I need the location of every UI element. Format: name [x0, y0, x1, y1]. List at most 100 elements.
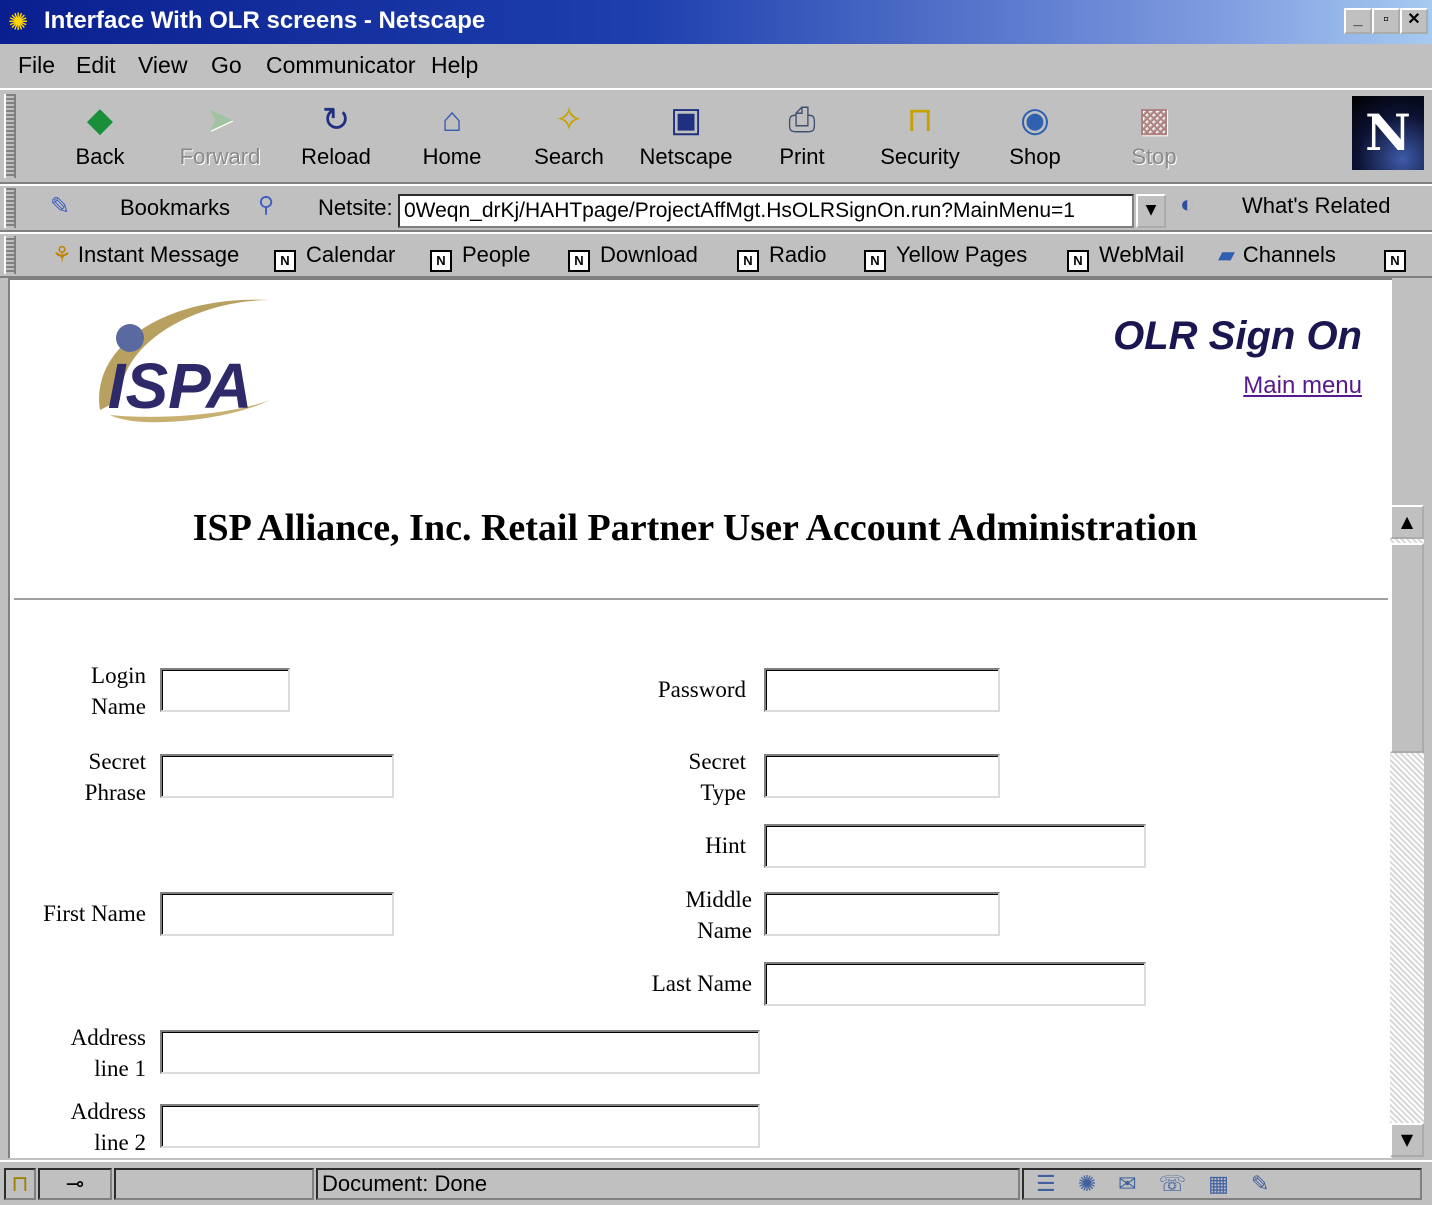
toolbar-grip[interactable] [4, 188, 16, 228]
menu-edit[interactable]: Edit [76, 52, 116, 79]
progress-bar [114, 1168, 314, 1200]
secret-phrase-label: Secret Phrase [84, 749, 146, 805]
whats-related-button[interactable]: What's Related [1242, 193, 1391, 219]
security-lock-icon[interactable]: ⊓ [4, 1168, 36, 1200]
secret-type-label: Secret Type [688, 749, 746, 805]
search-icon: ✧ [554, 101, 584, 139]
middle-name-label: Middle Name [685, 887, 752, 943]
page-heading: ISP Alliance, Inc. Retail Partner User A… [192, 507, 1198, 549]
printer-icon: ⎙ [788, 101, 816, 139]
channels-button[interactable]: ▰ Channels [1218, 242, 1336, 268]
hint-input[interactable] [764, 824, 1146, 868]
netsite-label: Netsite: [318, 195, 393, 220]
back-button[interactable]: ◆ Back [50, 96, 150, 170]
stop-icon: ▩ [1137, 101, 1171, 139]
folder-icon: ▰ [1218, 242, 1235, 267]
main-menu-link[interactable]: Main menu [1243, 372, 1362, 400]
reload-icon: ↻ [321, 101, 351, 139]
lock-icon: ⊓ [906, 101, 934, 139]
address-line-1-input[interactable] [160, 1030, 760, 1074]
netscape-page-icon: N [737, 250, 759, 272]
forward-button[interactable]: ➤ Forward [170, 96, 270, 170]
page-title: OLR Sign On [1113, 314, 1362, 358]
status-bar: ⊓ ⊸ Document: Done ☰✺✉☏▦✎ [0, 1160, 1432, 1205]
maximize-button[interactable]: ▫ [1372, 8, 1400, 34]
print-button[interactable]: ⎙ Print [752, 96, 852, 170]
home-button[interactable]: ⌂ Home [402, 96, 502, 170]
person-icon: ⚘ [52, 242, 72, 267]
menu-communicator[interactable]: Communicator [266, 52, 416, 79]
webmail-button[interactable]: N WebMail [1067, 242, 1184, 272]
last-name-input[interactable] [764, 962, 1146, 1006]
netscape-page-icon: N [1067, 250, 1089, 272]
address-line-2-label: Address line 2 [70, 1099, 146, 1155]
netscape-button[interactable]: ▣ Netscape [636, 96, 736, 170]
scroll-thumb[interactable] [1390, 543, 1424, 753]
shopping-bag-icon: ◉ [1020, 101, 1050, 139]
bookmarks-button[interactable]: Bookmarks [120, 195, 230, 221]
people-button[interactable]: N People [430, 242, 531, 272]
first-name-input[interactable] [160, 892, 394, 936]
vertical-scrollbar[interactable]: ▲ ▼ [1390, 505, 1424, 1157]
netscape-page-icon: N [430, 250, 452, 272]
netscape-logo[interactable]: N [1352, 96, 1424, 170]
middle-name-input[interactable] [764, 892, 1000, 936]
hint-label: Hint [705, 833, 746, 858]
forward-arrow-icon: ➤ [205, 101, 235, 139]
url-field[interactable]: 0Weqn_drKj/HAHTpage/ProjectAffMgt.HsOLRS… [398, 194, 1134, 228]
status-text: Document: Done [316, 1168, 1020, 1200]
mail-icon[interactable]: ✉ [1118, 1171, 1158, 1196]
download-button[interactable]: N Download [568, 242, 698, 272]
netscape-page-icon: N [864, 250, 886, 272]
radio-button[interactable]: N Radio [737, 242, 826, 272]
menu-go[interactable]: Go [211, 52, 242, 79]
horizontal-rule [14, 598, 1388, 601]
security-button[interactable]: ⊓ Security [870, 96, 970, 170]
calendar-button[interactable]: N Calendar [274, 242, 395, 272]
url-dropdown-button[interactable]: ▼ [1136, 194, 1166, 228]
netscape-icon[interactable]: ✺ [1078, 1171, 1118, 1196]
back-arrow-icon: ◆ [86, 101, 114, 139]
home-icon: ⌂ [441, 101, 463, 139]
address-line-2-input[interactable] [160, 1104, 760, 1148]
my-netscape-icon: ▣ [669, 101, 703, 139]
scroll-down-button[interactable]: ▼ [1390, 1123, 1424, 1157]
page-proxy-icon[interactable]: ⚲ [258, 192, 274, 218]
instant-message-button[interactable]: ⚘ Instant Message [52, 242, 239, 268]
menu-help[interactable]: Help [431, 52, 478, 79]
first-name-label: First Name [43, 901, 146, 926]
minimize-button[interactable]: _ [1344, 8, 1372, 34]
discussions-icon[interactable]: ☏ [1159, 1171, 1209, 1196]
menu-bar: File Edit View Go Communicator Help [0, 44, 1432, 88]
netscape-page-icon: N [568, 250, 590, 272]
netscape-page-icon: N [274, 250, 296, 272]
scroll-up-button[interactable]: ▲ [1390, 505, 1424, 539]
search-button[interactable]: ✧ Search [519, 96, 619, 170]
navigator-icon[interactable]: ☰ [1036, 1171, 1078, 1196]
netscape-page-icon: N [1384, 250, 1406, 272]
menu-view[interactable]: View [138, 52, 187, 79]
whats-related-icon[interactable]: ◐ [1180, 191, 1195, 219]
edit-icon[interactable]: ✎ [1251, 1171, 1291, 1196]
composer-icon[interactable]: ▦ [1208, 1171, 1251, 1196]
shop-button[interactable]: ◉ Shop [985, 96, 1085, 170]
reload-button[interactable]: ↻ Reload [286, 96, 386, 170]
netscape-app-icon: ✺ [8, 8, 29, 36]
ispa-logo: ISPA [99, 299, 271, 423]
component-bar[interactable]: ☰✺✉☏▦✎ [1022, 1168, 1422, 1200]
toolbar-grip[interactable] [4, 236, 16, 274]
yellow-pages-button[interactable]: N Yellow Pages [864, 242, 1027, 272]
page-content: ISPA OLR Sign On Main menu ISP Alliance,… [8, 278, 1392, 1158]
password-label: Password [657, 677, 746, 702]
login-name-input[interactable] [160, 668, 290, 712]
password-input[interactable] [764, 668, 1000, 712]
menu-file[interactable]: File [18, 52, 55, 79]
more-bookmark-button[interactable]: N [1384, 242, 1416, 272]
close-button[interactable]: ✕ [1400, 8, 1428, 34]
stop-button[interactable]: ▩ Stop [1104, 96, 1204, 170]
secret-phrase-input[interactable] [160, 754, 394, 798]
svg-text:ISPA: ISPA [108, 350, 253, 422]
secret-type-input[interactable] [764, 754, 1000, 798]
toolbar-grip[interactable] [4, 94, 16, 178]
bookmarks-icon[interactable]: ✎ [50, 192, 70, 221]
